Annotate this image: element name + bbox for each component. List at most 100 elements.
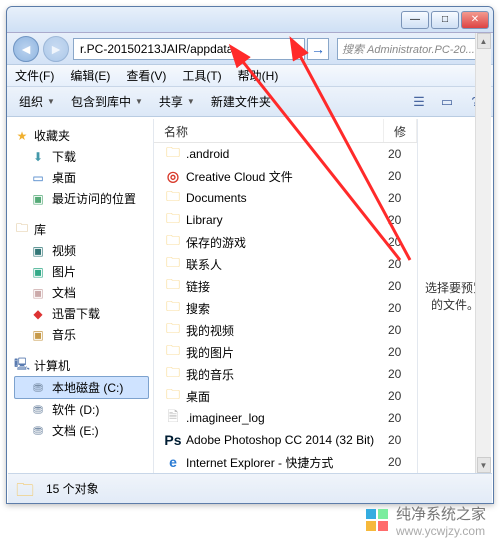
chevron-down-icon: ▼ [47, 97, 55, 106]
nav-libraries[interactable]: 🗀 库 [14, 219, 153, 240]
include-label: 包含到库中 [71, 93, 131, 110]
nav-disk-c[interactable]: ⛃ 本地磁盘 (C:) [14, 376, 149, 399]
folder-icon: 🗀 [164, 277, 182, 295]
maximize-button[interactable]: □ [431, 11, 459, 29]
nav-thunder[interactable]: ◆ 迅雷下载 [14, 303, 153, 324]
library-icon: 🗀 [14, 222, 30, 238]
ie-icon: e [164, 453, 182, 471]
scroll-up-icon[interactable]: ▲ [477, 33, 491, 49]
col-date[interactable]: 修 [384, 119, 417, 142]
address-bar[interactable]: r.PC-20150213JAIR/appdata ▼ → [73, 38, 329, 60]
organize-button[interactable]: 组织 ▼ [13, 91, 61, 112]
scrollbar[interactable]: ▲ ▼ [475, 33, 491, 473]
menu-view[interactable]: 查看(V) [118, 67, 174, 84]
address-dropdown[interactable]: ▼ [287, 38, 305, 60]
nav-disk-d[interactable]: ⛃ 软件 (D:) [14, 399, 153, 420]
folder-icon: 🗀 [164, 299, 182, 317]
preview-pane-icon[interactable]: ▭ [435, 91, 459, 113]
nav-documents[interactable]: ▣ 文档 [14, 282, 153, 303]
nav-desktop[interactable]: ▭ 桌面 [14, 167, 153, 188]
item-date: 20 [388, 169, 401, 183]
item-date: 20 [388, 301, 401, 315]
nav-music[interactable]: ▣ 音乐 [14, 324, 153, 345]
download-icon: ⬇ [30, 149, 46, 165]
disk-e-label: 文档 (E:) [52, 422, 99, 439]
computer-label: 计算机 [34, 357, 70, 374]
watermark-url: www.ycwjzy.com [396, 524, 486, 538]
item-date: 20 [388, 213, 401, 227]
nav-pictures[interactable]: ▣ 图片 [14, 261, 153, 282]
nav-favorites[interactable]: ★ 收藏夹 [14, 125, 153, 146]
file-list: 名称 修 🗀.android20◎Creative Cloud 文件20🗀Doc… [154, 119, 417, 473]
item-name: Internet Explorer - 快捷方式 [186, 454, 388, 471]
table-row[interactable]: 🗀联系人20 [154, 253, 417, 275]
chevron-down-icon: ▼ [187, 97, 195, 106]
table-row[interactable]: 🗀Documents20 [154, 187, 417, 209]
nav-pane: ★ 收藏夹 ⬇ 下载 ▭ 桌面 ▣ 最近访问的位置 🗀 [8, 119, 154, 473]
table-row[interactable]: ◎Creative Cloud 文件20 [154, 165, 417, 187]
table-row[interactable]: 🗀我的视频20 [154, 319, 417, 341]
address-go-button[interactable]: → [307, 38, 329, 60]
table-row[interactable]: 🗀我的图片20 [154, 341, 417, 363]
table-row[interactable]: 🗀搜索20 [154, 297, 417, 319]
table-row[interactable]: 🗀链接20 [154, 275, 417, 297]
table-row[interactable]: 🗀 .android20 [154, 143, 417, 165]
folder-icon: 🗀 [164, 233, 182, 251]
item-name: .android [186, 147, 388, 161]
disk-icon: ⛃ [30, 402, 46, 418]
status-count: 15 个对象 [46, 480, 99, 497]
thunder-label: 迅雷下载 [52, 305, 100, 322]
nav-videos[interactable]: ▣ 视频 [14, 240, 153, 261]
menu-tools[interactable]: 工具(T) [174, 67, 229, 84]
table-row[interactable]: 🗀Library20 [154, 209, 417, 231]
item-name: 我的视频 [186, 322, 388, 339]
desktop-icon: ▭ [30, 170, 46, 186]
folder-icon: 🗀 [16, 478, 38, 500]
file-icon: 🗎 [164, 409, 182, 427]
nav-downloads[interactable]: ⬇ 下载 [14, 146, 153, 167]
table-row[interactable]: eInternet Explorer - 快捷方式20 [154, 451, 417, 473]
watermark-brand: 纯净系统之家 [396, 503, 486, 524]
table-row[interactable]: 🗀我的音乐20 [154, 363, 417, 385]
view-mode-icon[interactable]: ☰ [407, 91, 431, 113]
table-row[interactable]: 🗀保存的游戏20 [154, 231, 417, 253]
desktop-label: 桌面 [52, 169, 76, 186]
table-row[interactable]: 🗀桌面20 [154, 385, 417, 407]
search-input[interactable]: 搜索 Administrator.PC-20... [337, 38, 487, 60]
folder-icon: 🗀 [164, 321, 182, 339]
share-button[interactable]: 共享 ▼ [153, 91, 201, 112]
minimize-button[interactable]: — [401, 11, 429, 29]
item-date: 20 [388, 191, 401, 205]
menu-file[interactable]: 文件(F) [7, 67, 62, 84]
close-button[interactable]: ✕ [461, 11, 489, 29]
item-date: 20 [388, 345, 401, 359]
folder-icon: 🗀 [164, 145, 182, 163]
nav-computer[interactable]: 🖳 计算机 [14, 355, 153, 376]
item-date: 20 [388, 147, 401, 161]
item-date: 20 [388, 235, 401, 249]
back-button[interactable]: ◄ [13, 36, 39, 62]
col-name[interactable]: 名称 [154, 119, 384, 142]
menu-help[interactable]: 帮助(H) [230, 67, 287, 84]
table-row[interactable]: 🗎.imagineer_log20 [154, 407, 417, 429]
item-date: 20 [388, 367, 401, 381]
documents-label: 文档 [52, 284, 76, 301]
table-row[interactable]: PsAdobe Photoshop CC 2014 (32 Bit)20 [154, 429, 417, 451]
organize-label: 组织 [19, 93, 43, 110]
include-library-button[interactable]: 包含到库中 ▼ [65, 91, 149, 112]
newfolder-label: 新建文件夹 [211, 93, 271, 110]
new-folder-button[interactable]: 新建文件夹 [205, 91, 277, 112]
ps-icon: Ps [164, 431, 182, 449]
folder-icon: 🗀 [164, 365, 182, 383]
videos-label: 视频 [52, 242, 76, 259]
forward-button[interactable]: ► [43, 36, 69, 62]
item-date: 20 [388, 389, 401, 403]
downloads-label: 下载 [52, 148, 76, 165]
menu-edit[interactable]: 编辑(E) [62, 67, 118, 84]
item-name: 保存的游戏 [186, 234, 388, 251]
address-text[interactable]: r.PC-20150213JAIR/appdata [73, 38, 287, 60]
scroll-down-icon[interactable]: ▼ [477, 457, 491, 473]
folder-icon: 🗀 [164, 387, 182, 405]
nav-disk-e[interactable]: ⛃ 文档 (E:) [14, 420, 153, 441]
nav-recent[interactable]: ▣ 最近访问的位置 [14, 188, 153, 209]
